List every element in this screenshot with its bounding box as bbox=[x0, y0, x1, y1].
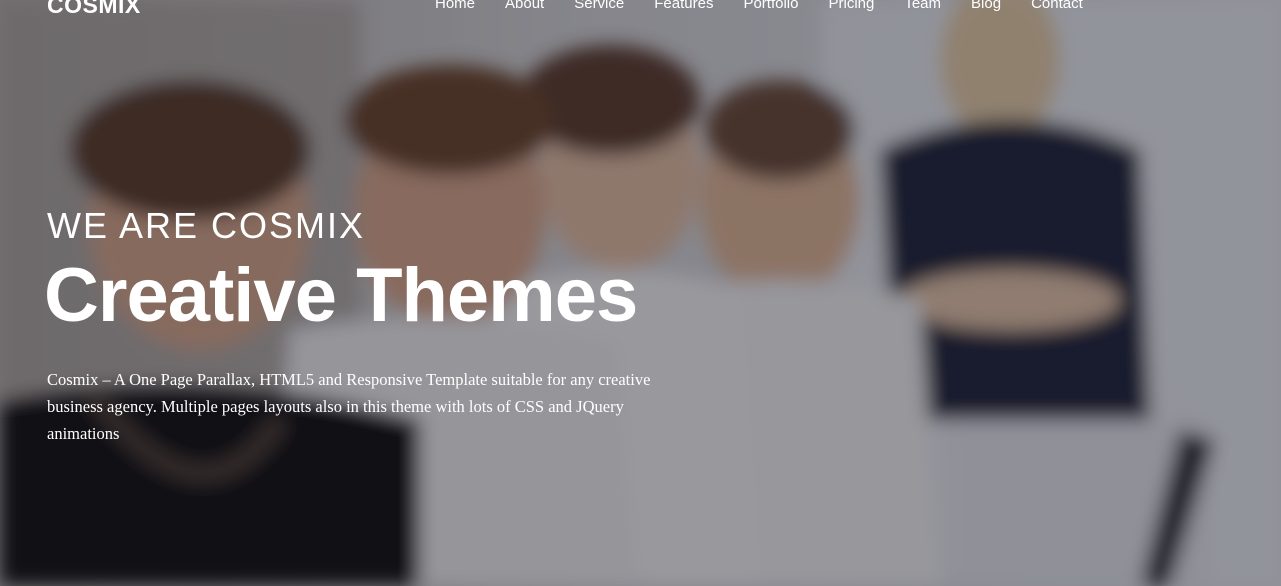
nav-item-team: Team bbox=[889, 0, 956, 14]
nav-item-home: Home bbox=[420, 0, 490, 14]
main-nav-menu: Home About Service Features Portfolio Pr… bbox=[420, 0, 1098, 14]
nav-link-blog[interactable]: Blog bbox=[956, 0, 1016, 14]
nav-link-service[interactable]: Service bbox=[559, 0, 639, 14]
top-navbar: COSMIX Home About Service Features Portf… bbox=[0, 0, 1281, 22]
nav-link-portfolio[interactable]: Portfolio bbox=[728, 0, 813, 14]
nav-item-pricing: Pricing bbox=[813, 0, 889, 14]
nav-link-team[interactable]: Team bbox=[889, 0, 956, 14]
nav-link-pricing[interactable]: Pricing bbox=[813, 0, 889, 14]
nav-item-service: Service bbox=[559, 0, 639, 14]
hero-section: WE ARE COSMIX Creative Themes Cosmix – A… bbox=[44, 205, 697, 447]
nav-link-about[interactable]: About bbox=[490, 0, 559, 14]
nav-item-features: Features bbox=[639, 0, 728, 14]
nav-item-contact: Contact bbox=[1016, 0, 1098, 14]
hero-description: Cosmix – A One Page Parallax, HTML5 and … bbox=[47, 370, 651, 443]
nav-link-home[interactable]: Home bbox=[420, 0, 490, 14]
hero-kicker: WE ARE COSMIX bbox=[47, 205, 366, 246]
nav-link-features[interactable]: Features bbox=[639, 0, 728, 14]
hero-title: Creative Themes bbox=[44, 253, 638, 338]
nav-link-contact[interactable]: Contact bbox=[1016, 0, 1098, 14]
nav-item-about: About bbox=[490, 0, 559, 14]
nav-item-portfolio: Portfolio bbox=[728, 0, 813, 14]
nav-item-blog: Blog bbox=[956, 0, 1016, 14]
brand-logo[interactable]: COSMIX bbox=[47, 0, 141, 19]
